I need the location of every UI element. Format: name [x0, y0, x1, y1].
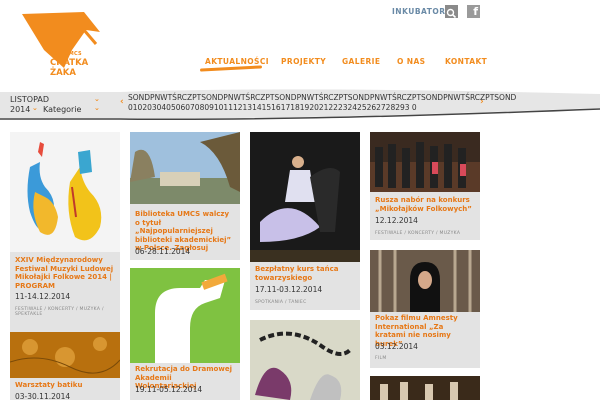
- tile-category: FESTIWALE / KONCERTY / MUZYKA: [375, 231, 461, 236]
- nav-o-nas[interactable]: O NAS: [397, 57, 425, 66]
- news-tile[interactable]: Rusza nabór na konkurs „Mikołajków Folko…: [370, 132, 480, 240]
- news-tile[interactable]: [370, 376, 480, 400]
- chevron-down-icon: ⌄: [32, 104, 38, 112]
- tile-category: SPOTKANIA / TANIEC: [255, 300, 307, 305]
- news-tile[interactable]: Rekrutacja do Dramowej Akademii Wolontar…: [130, 268, 240, 400]
- chevron-down-icon: ⌄: [94, 104, 100, 112]
- tile-date: 06-28.11.2014: [135, 247, 191, 256]
- month-value: LISTOPAD: [10, 95, 50, 104]
- film-still-image: [370, 250, 480, 312]
- tile-date: 17.11-03.12.2014: [255, 285, 323, 294]
- news-tile[interactable]: [250, 320, 360, 400]
- search-icon: [446, 8, 457, 19]
- chevron-down-icon: ⌄: [94, 95, 100, 103]
- year-select[interactable]: 2014: [10, 105, 30, 114]
- month-select[interactable]: LISTOPAD: [10, 95, 102, 104]
- nav-kontakt[interactable]: KONTAKT: [445, 57, 487, 66]
- news-tile[interactable]: Biblioteka UMCS walczy o tytuł „Najpopul…: [130, 132, 240, 260]
- tile-date: 03-30.11.2014: [15, 392, 71, 400]
- search-button[interactable]: [445, 5, 458, 19]
- news-image: [370, 376, 480, 400]
- category-select[interactable]: Kategorie: [43, 105, 81, 114]
- tile-title: Rusza nabór na konkurs „Mikołajków Folko…: [375, 196, 472, 213]
- logo[interactable]: ACK UMCS CHATKA ŻAKA: [22, 10, 102, 80]
- nav-projekty[interactable]: PROJEKTY: [281, 57, 326, 66]
- tile-date: 03.12.2014: [375, 342, 418, 351]
- tile-date: 11-14.12.2014: [15, 292, 71, 301]
- tile-category: FESTIWALE / KONCERTY / MUZYKA / SPEKTAKL…: [15, 307, 104, 317]
- tile-title: Warsztaty batiku: [15, 381, 83, 389]
- tile-date: 19.11-05.12.2014: [135, 385, 203, 394]
- calendar-prev-arrow[interactable]: ‹: [120, 97, 124, 107]
- tile-date: 12.12.2014: [375, 216, 418, 225]
- news-tile[interactable]: Bezpłatny kurs tańca towarzyskiego 17.11…: [250, 132, 360, 310]
- news-tile[interactable]: XXIV Międzynarodowy Festiwal Muzyki Ludo…: [10, 132, 120, 332]
- logo-line-2: ŻAKA: [50, 67, 76, 78]
- year-value: 2014: [10, 105, 31, 114]
- illustration-image: [250, 320, 360, 400]
- calendar-days[interactable]: 0102030405060708091011121314151617181920…: [128, 103, 417, 112]
- stage-photo-image: [370, 132, 480, 192]
- nav-active-underline: [199, 65, 263, 72]
- batik-image: [10, 332, 120, 378]
- facebook-icon[interactable]: f: [467, 5, 480, 18]
- news-tile[interactable]: Pokaz filmu Amnesty International „Za kr…: [370, 250, 480, 368]
- tile-title: Bezpłatny kurs tańca towarzyskiego: [255, 265, 339, 282]
- library-photo-image: [130, 132, 240, 204]
- festival-poster-image: [10, 132, 120, 252]
- category-value: Kategorie: [43, 105, 82, 114]
- volunteer-poster-image: [130, 268, 240, 363]
- inkubator-link[interactable]: INKUBATOR: [392, 7, 446, 16]
- tile-title: XXIV Międzynarodowy Festiwal Muzyki Ludo…: [15, 256, 114, 290]
- calendar-weekdays: SONDPNWTŚRCZPTSONDPNWTŚRCZPTSONDPNWTŚRCZ…: [128, 93, 517, 102]
- dance-photo-image: [250, 132, 360, 262]
- news-tile[interactable]: Warsztaty batiku 03-30.11.2014: [10, 332, 120, 400]
- tile-category: FILM: [375, 356, 387, 361]
- nav-galerie[interactable]: GALERIE: [342, 57, 380, 66]
